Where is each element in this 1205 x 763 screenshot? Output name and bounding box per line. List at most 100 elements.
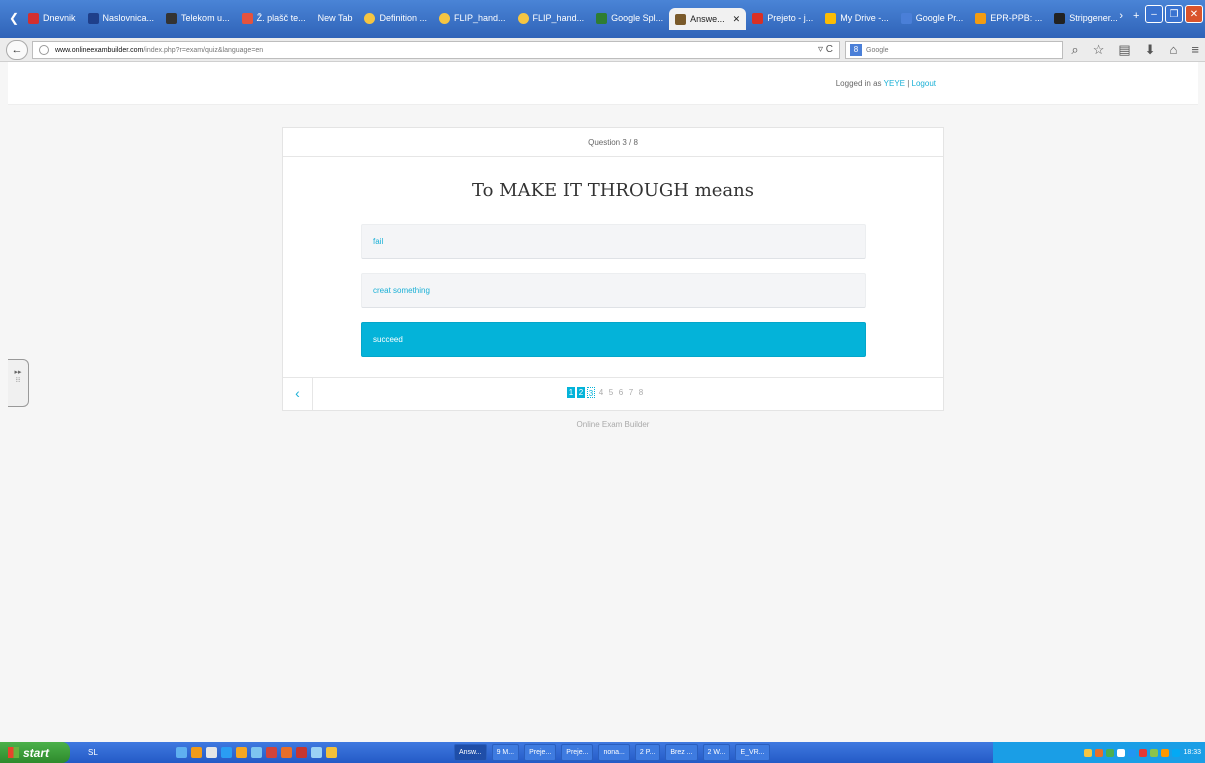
tray-icon[interactable] — [1095, 748, 1104, 757]
close-tab-icon[interactable]: ✕ — [733, 14, 741, 25]
answer-option-succeed-selected[interactable]: succeed — [361, 322, 866, 357]
home-icon[interactable]: ⌂ — [1170, 42, 1178, 58]
taskbar-app-2w[interactable]: 2 W... — [702, 744, 731, 761]
taskbar-app-9m[interactable]: 9 M... — [491, 744, 520, 761]
tab-telekom[interactable]: Telekom u... — [160, 8, 236, 28]
question-pager: 1 2 3 4 5 6 7 8 — [567, 387, 645, 398]
language-indicator[interactable]: SL — [88, 748, 98, 757]
ie-icon[interactable] — [175, 747, 187, 758]
system-tray: 18:33 — [993, 742, 1205, 763]
office-icon[interactable] — [190, 747, 202, 758]
minimize-icon[interactable]: – — [1145, 5, 1163, 23]
taskbar-app-nona[interactable]: nona... — [598, 744, 630, 761]
tab-definition[interactable]: Definition ... — [358, 8, 433, 28]
side-panel-handle-icon[interactable]: ▸▸ ⁝⁝ — [8, 359, 29, 407]
tab-plasc[interactable]: Ž. plašč te... — [236, 8, 312, 28]
tab-scroll-left-icon[interactable]: ❮ — [6, 8, 22, 28]
logout-link[interactable]: Logout — [912, 79, 936, 88]
tab-epr-ppb[interactable]: EPR-PPB: ... — [969, 8, 1048, 28]
login-status: Logged in as YEYE | Logout — [836, 79, 936, 88]
taskbar-app-preje-1[interactable]: Preje... — [524, 744, 557, 761]
question-title: To MAKE IT THROUGH means — [471, 180, 754, 201]
quick-launch — [175, 747, 337, 758]
tray-icon[interactable] — [1139, 748, 1148, 757]
google-search-engine-icon[interactable]: 8 — [850, 44, 862, 56]
url-host: www.onlineexambuilder.com — [55, 46, 144, 54]
taskbar-app-answ[interactable]: Answ... — [454, 744, 487, 761]
tab-new-tab[interactable]: New Tab — [312, 8, 359, 28]
tab-flip-hand-2[interactable]: FLIP_hand... — [512, 8, 591, 28]
tray-icon[interactable] — [1161, 748, 1170, 757]
pager-page-7[interactable]: 7 — [627, 387, 635, 398]
page-header: Logged in as YEYE | Logout — [8, 62, 1198, 105]
browser-tab-bar: ❮ Dnevnik Naslovnica... Telekom u... Ž. … — [0, 0, 1205, 38]
pager-page-8[interactable]: 8 — [637, 387, 645, 398]
download-icon[interactable]: ⬇ — [1145, 42, 1156, 58]
pager-page-4[interactable]: 4 — [597, 387, 605, 398]
search-icon[interactable]: ⌕ — [1071, 42, 1078, 58]
tray-icon[interactable] — [1128, 748, 1137, 757]
new-tab-plus-icon[interactable]: + — [1133, 10, 1139, 23]
tab-my-drive[interactable]: My Drive -... — [819, 8, 895, 28]
tray-icon[interactable] — [1172, 748, 1181, 757]
skype-icon[interactable] — [220, 747, 232, 758]
pager-page-3[interactable]: 3 — [587, 387, 595, 398]
reload-icon[interactable]: ▿ C — [818, 44, 833, 55]
chrome-icon[interactable] — [205, 747, 217, 758]
pager-page-5[interactable]: 5 — [607, 387, 615, 398]
start-button[interactable]: start — [0, 742, 70, 763]
pager-page-6[interactable]: 6 — [617, 387, 625, 398]
answer-option-fail[interactable]: fail — [361, 224, 866, 259]
tab-google-spl[interactable]: Google Spl... — [590, 8, 669, 28]
answer-option-creat-something[interactable]: creat something — [361, 273, 866, 308]
taskbar-app-preje-2[interactable]: Preje... — [561, 744, 594, 761]
tab-answers-active[interactable]: Answe... ✕ — [669, 8, 747, 30]
login-separator: | — [907, 79, 910, 88]
previous-question-chevron-icon[interactable]: ‹ — [283, 378, 313, 410]
tab-stripgener[interactable]: Stripgener... — [1048, 8, 1124, 28]
url-bar[interactable]: www.onlineexambuilder.com/index.php?r=ex… — [32, 41, 840, 59]
page-content: Logged in as YEYE | Logout Question 3 / … — [8, 62, 1198, 742]
powerpoint-icon[interactable] — [280, 747, 292, 758]
tabs-row: ❮ Dnevnik Naslovnica... Telekom u... Ž. … — [0, 8, 1150, 30]
username-link[interactable]: YEYE — [884, 79, 905, 88]
explorer-icon[interactable] — [310, 747, 322, 758]
tab-prejeto[interactable]: Prejeto - j... — [746, 8, 819, 28]
tab-naslovnica[interactable]: Naslovnica... — [82, 8, 161, 28]
adobe-icon[interactable] — [295, 747, 307, 758]
settings-icon[interactable] — [325, 747, 337, 758]
tab-flip-hand-1[interactable]: FLIP_hand... — [433, 8, 512, 28]
window-controls: – ❐ ✕ — [1145, 5, 1203, 23]
tray-icon[interactable] — [1106, 748, 1115, 757]
windows-taskbar: start SL Answ... 9 M... Preje... Preje..… — [0, 742, 1205, 763]
tray-icon[interactable] — [1150, 748, 1159, 757]
taskbar-app-2p[interactable]: 2 P... — [634, 744, 661, 761]
tray-icon[interactable] — [1084, 748, 1093, 757]
globe-icon — [39, 45, 49, 55]
toolbar-icons: ⌕ ☆ ▤ ⬇ ⌂ ≡ — [1071, 42, 1199, 58]
pager-page-1[interactable]: 1 — [567, 387, 575, 398]
search-field[interactable]: 8 Google — [845, 41, 1063, 59]
tab-dnevnik[interactable]: Dnevnik — [22, 8, 82, 28]
logged-in-label: Logged in as — [835, 79, 882, 88]
firefox-icon[interactable] — [235, 747, 247, 758]
menu-icon[interactable]: ≡ — [1191, 42, 1199, 58]
taskbar-app-evr[interactable]: E_VR... — [735, 744, 770, 761]
tab-google-pr[interactable]: Google Pr... — [895, 8, 970, 28]
reading-list-icon[interactable]: ▤ — [1118, 42, 1130, 58]
close-window-icon[interactable]: ✕ — [1185, 5, 1203, 23]
restore-icon[interactable]: ❐ — [1165, 5, 1183, 23]
taskbar-apps: Answ... 9 M... Preje... Preje... nona...… — [454, 744, 770, 761]
excel-icon[interactable] — [265, 747, 277, 758]
search-placeholder: Google — [866, 46, 889, 54]
tab-scroll-right-icon[interactable]: › — [1119, 10, 1123, 23]
clock: 18:33 — [1183, 749, 1201, 756]
back-arrow-icon[interactable]: ← — [6, 39, 28, 60]
pager-page-2[interactable]: 2 — [577, 387, 585, 398]
taskbar-app-brez[interactable]: Brez ... — [665, 744, 698, 761]
quiz-footer: ‹ 1 2 3 4 5 6 7 8 — [283, 377, 943, 410]
start-label: start — [23, 745, 50, 760]
bookmark-star-icon[interactable]: ☆ — [1093, 42, 1105, 58]
tray-icon[interactable] — [1117, 748, 1126, 757]
media-icon[interactable] — [250, 747, 262, 758]
